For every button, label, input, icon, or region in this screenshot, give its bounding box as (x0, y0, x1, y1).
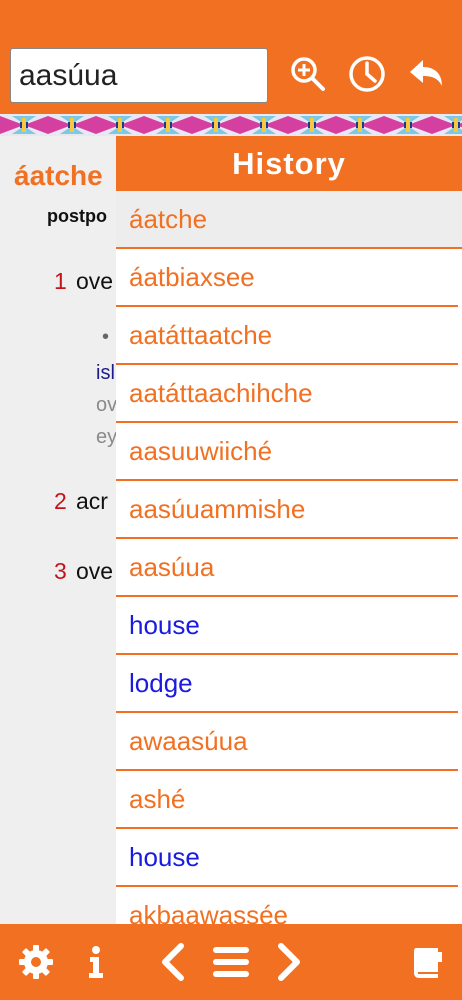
example-translation-line: ey (96, 426, 118, 448)
history-item[interactable]: house (116, 829, 458, 887)
history-item[interactable]: aasúua (116, 539, 458, 597)
history-title: History (116, 136, 462, 191)
zoom-in-icon[interactable] (288, 54, 328, 94)
sense-number: 3 (54, 558, 67, 584)
chevron-right-icon[interactable] (268, 942, 308, 982)
clock-icon[interactable] (347, 54, 387, 94)
example-bullet: • (102, 326, 110, 348)
history-item[interactable]: aatáttaatche (116, 307, 458, 365)
entry-part-of-speech: postpo (47, 206, 107, 226)
sense-text: ove (76, 558, 114, 584)
sense-text: acr (76, 488, 108, 514)
sense-text: ove (76, 268, 114, 294)
history-item[interactable]: aasúuammishe (116, 481, 458, 539)
history-item[interactable]: áatbiaxsee (116, 249, 458, 307)
history-item[interactable]: lodge (116, 655, 458, 713)
history-item[interactable]: akbaawassée (116, 887, 458, 924)
history-panel: History áatche áatbiaxsee aatáttaatche a… (116, 136, 462, 924)
sense-number: 2 (54, 488, 67, 514)
history-item[interactable]: aatáttaachihche (116, 365, 458, 423)
bottom-toolbar (0, 924, 462, 1000)
book-icon[interactable] (408, 942, 448, 982)
history-item[interactable]: awaasúua (116, 713, 458, 771)
top-bar: aasúua (0, 0, 462, 114)
gear-icon[interactable] (16, 942, 56, 982)
search-input[interactable]: aasúua (10, 48, 268, 103)
history-item[interactable]: aasuuwiiché (116, 423, 458, 481)
history-item[interactable]: ashé (116, 771, 458, 829)
info-icon[interactable] (76, 942, 116, 982)
example-line: isl (96, 362, 115, 384)
example-translation-line: ov (96, 394, 118, 416)
back-arrow-icon[interactable] (406, 54, 446, 94)
menu-icon[interactable] (211, 942, 251, 982)
history-item[interactable]: áatche (116, 191, 462, 249)
history-item[interactable]: house (116, 597, 458, 655)
decorative-pattern-band (0, 114, 462, 136)
sense-number: 1 (54, 268, 67, 294)
chevron-left-icon[interactable] (154, 942, 194, 982)
entry-headword: áatche (14, 160, 103, 191)
